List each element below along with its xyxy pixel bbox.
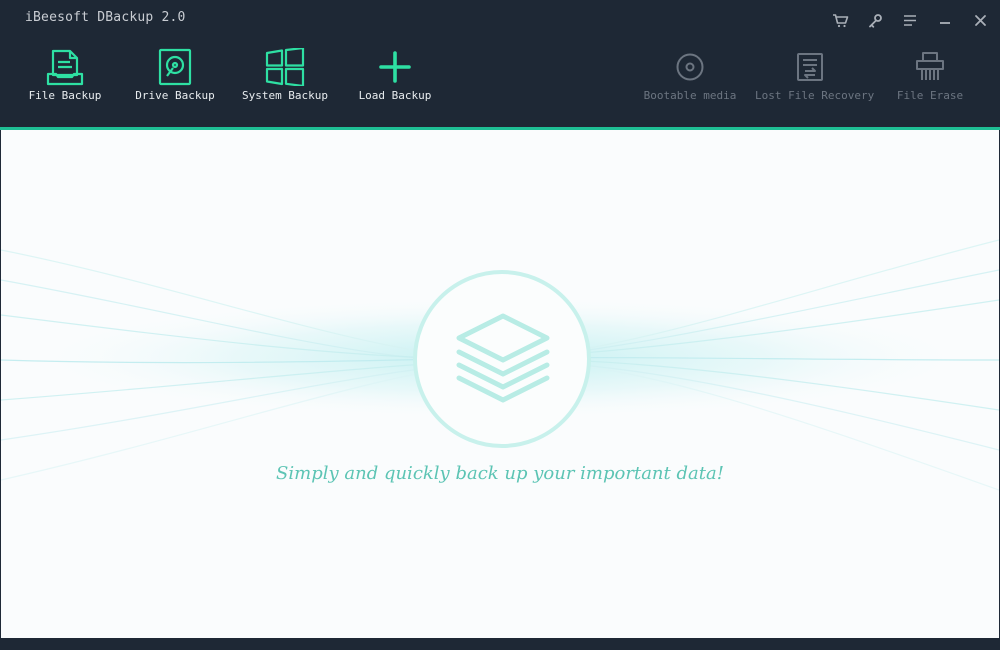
system-backup-button[interactable]: System Backup (230, 46, 340, 116)
stacked-layers-icon (456, 313, 550, 403)
cart-icon[interactable] (831, 11, 849, 29)
app-title: iBeesoft DBackup 2.0 (25, 10, 186, 25)
load-backup-label: Load Backup (358, 89, 432, 102)
lost-file-recovery-label: Lost File Recovery (755, 89, 875, 102)
file-backup-label: File Backup (28, 89, 102, 102)
shredder-icon (908, 46, 952, 88)
tagline: Simply and quickly back up your importan… (276, 463, 724, 484)
drive-backup-label: Drive Backup (135, 89, 215, 102)
disc-icon (668, 46, 712, 88)
bootable-media-button[interactable]: Bootable media (635, 46, 745, 116)
system-backup-label: System Backup (241, 89, 329, 102)
menu-icon[interactable] (901, 11, 919, 29)
file-recovery-icon (788, 46, 832, 88)
drive-backup-button[interactable]: Drive Backup (120, 46, 230, 116)
file-erase-button[interactable]: File Erase (875, 46, 985, 116)
minimize-icon[interactable] (936, 11, 954, 29)
plus-icon (373, 46, 417, 88)
system-backup-icon (263, 46, 307, 88)
lost-file-recovery-button[interactable]: Lost File Recovery (755, 46, 875, 116)
file-backup-icon (43, 46, 87, 88)
file-erase-label: File Erase (896, 89, 964, 102)
file-backup-button[interactable]: File Backup (10, 46, 120, 116)
title-toolbar-area: iBeesoft DBackup 2.0 File Backup Drive B… (0, 0, 1000, 128)
window-bottom-border (0, 638, 1000, 650)
key-icon[interactable] (866, 11, 884, 29)
load-backup-button[interactable]: Load Backup (340, 46, 450, 116)
close-icon[interactable] (971, 11, 989, 29)
drive-backup-icon (153, 46, 197, 88)
main-content: Simply and quickly back up your importan… (1, 130, 999, 638)
bootable-media-label: Bootable media (643, 89, 737, 102)
